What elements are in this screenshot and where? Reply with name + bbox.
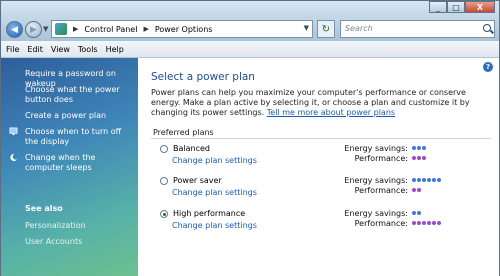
main-content: ? Select a power plan Power plans can he… (138, 58, 499, 276)
control-panel-icon (55, 23, 67, 35)
intro-text: Power plans can help you maximize your c… (151, 88, 493, 118)
rating-dot (412, 156, 416, 160)
help-icon[interactable]: ? (483, 62, 493, 72)
window-controls: _ □ X (429, 1, 495, 13)
plan-balanced: Balanced Change plan settings Energy sav… (160, 144, 490, 174)
energy-savings-label: Energy savings: (344, 176, 408, 185)
plan-high-performance: High performance Change plan settings En… (160, 209, 490, 239)
see-also-user-accounts[interactable]: User Accounts (25, 237, 82, 246)
performance-label: Performance: (354, 186, 408, 195)
rating-dot (437, 178, 441, 182)
rating-dot (417, 188, 421, 192)
performance-rating (412, 156, 426, 160)
plan-name[interactable]: Power saver (173, 176, 222, 185)
divider (151, 138, 491, 139)
rating-dot (422, 221, 426, 225)
address-box[interactable]: ▶ Control Panel ▶ Power Options ▼ (51, 20, 313, 38)
recent-pages-dropdown[interactable]: ▼ (43, 25, 48, 33)
energy-savings-label: Energy savings: (344, 144, 408, 153)
rating-dot (422, 178, 426, 182)
performance-label: Performance: (354, 219, 408, 228)
task-pane: Require a password on wakeup Choose what… (1, 58, 138, 276)
refresh-button[interactable]: ↻ (317, 20, 335, 38)
maximize-button[interactable]: □ (447, 1, 465, 13)
menu-bar: File Edit View Tools Help (1, 41, 499, 58)
search-icon[interactable] (483, 24, 491, 32)
radio-power-saver[interactable] (160, 177, 168, 185)
monitor-icon (9, 127, 18, 136)
rating-dot (417, 146, 421, 150)
see-also-heading: See also (25, 204, 63, 213)
performance-label: Performance: (354, 154, 408, 163)
see-also-personalization[interactable]: Personalization (25, 221, 86, 230)
rating-dot (412, 211, 416, 215)
rating-dot (427, 178, 431, 182)
menu-edit[interactable]: Edit (27, 45, 43, 54)
menu-file[interactable]: File (6, 45, 19, 54)
performance-rating (412, 188, 421, 192)
radio-high-performance[interactable] (160, 210, 168, 218)
rating-dot (427, 221, 431, 225)
change-plan-settings-link[interactable]: Change plan settings (172, 221, 257, 230)
close-button[interactable]: X (465, 1, 495, 13)
refresh-icon: ↻ (321, 23, 331, 35)
tell-me-more-link[interactable]: Tell me more about power plans (267, 108, 395, 117)
chevron-right-icon[interactable]: ▶ (143, 25, 148, 33)
energy-rating (412, 211, 421, 215)
forward-button[interactable]: ▶ (25, 21, 42, 38)
menu-help[interactable]: Help (106, 45, 124, 54)
back-arrow-icon: ◀ (11, 24, 18, 35)
change-plan-settings-link[interactable]: Change plan settings (172, 188, 257, 197)
address-bar-row: _ □ X ◀ ▶ ▼ ▶ Control Panel ▶ Power Opti… (1, 1, 499, 41)
rating-dot (412, 178, 416, 182)
rating-dot (417, 156, 421, 160)
breadcrumb-control-panel[interactable]: Control Panel (84, 25, 137, 34)
rating-dot (412, 146, 416, 150)
energy-savings-label: Energy savings: (344, 209, 408, 218)
task-computer-sleeps[interactable]: Change when the computer sleeps (25, 153, 135, 173)
rating-dot (432, 221, 436, 225)
rating-dot (417, 178, 421, 182)
breadcrumb-power-options[interactable]: Power Options (155, 25, 213, 34)
page-title: Select a power plan (151, 71, 255, 83)
moon-icon (10, 153, 18, 162)
rating-dot (422, 156, 426, 160)
chevron-down-icon[interactable]: ▼ (304, 24, 309, 32)
rating-dot (437, 221, 441, 225)
forward-arrow-icon: ▶ (30, 24, 37, 35)
preferred-plans-label: Preferred plans (153, 128, 214, 137)
menu-tools[interactable]: Tools (78, 45, 98, 54)
rating-dot (417, 221, 421, 225)
task-create-plan[interactable]: Create a power plan (25, 111, 135, 121)
minimize-button[interactable]: _ (429, 1, 447, 13)
energy-rating (412, 146, 426, 150)
rating-dot (422, 146, 426, 150)
rating-dot (417, 211, 421, 215)
search-input[interactable]: Search (340, 20, 495, 38)
performance-rating (412, 221, 441, 225)
task-power-button[interactable]: Choose what the power button does (25, 85, 135, 105)
chevron-right-icon[interactable]: ▶ (73, 25, 78, 33)
rating-dot (412, 221, 416, 225)
back-button[interactable]: ◀ (6, 21, 23, 38)
rating-dot (432, 178, 436, 182)
rating-dot (412, 188, 416, 192)
search-placeholder: Search (345, 24, 373, 33)
plan-power-saver: Power saver Change plan settings Energy … (160, 176, 490, 206)
power-options-window: _ □ X ◀ ▶ ▼ ▶ Control Panel ▶ Power Opti… (0, 0, 500, 276)
radio-balanced[interactable] (160, 145, 168, 153)
plan-name[interactable]: Balanced (173, 144, 210, 153)
plan-name[interactable]: High performance (173, 209, 245, 218)
energy-rating (412, 178, 441, 182)
menu-view[interactable]: View (51, 45, 70, 54)
task-turn-off-display[interactable]: Choose when to turn off the display (25, 127, 135, 147)
change-plan-settings-link[interactable]: Change plan settings (172, 156, 257, 165)
